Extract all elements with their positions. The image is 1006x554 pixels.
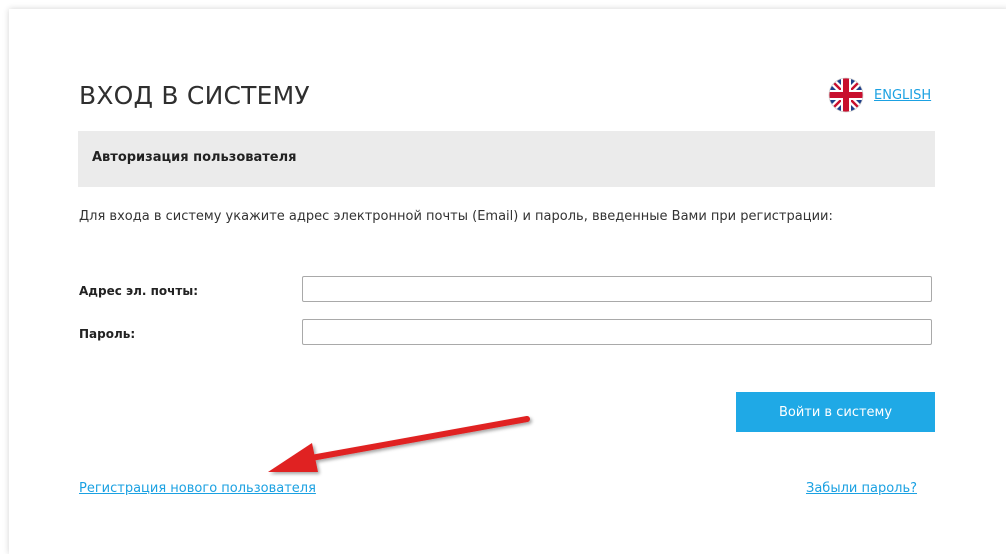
- email-label: Адрес эл. почты:: [79, 284, 199, 298]
- section-title: Авторизация пользователя: [92, 150, 297, 165]
- instructions-text: Для входа в систему укажите адрес электр…: [79, 209, 833, 224]
- forgot-password-link[interactable]: Забыли пароль?: [806, 481, 917, 496]
- password-label: Пароль:: [79, 327, 136, 341]
- login-button[interactable]: Войти в систему: [736, 392, 935, 432]
- page-title: ВХОД В СИСТЕМУ: [79, 81, 310, 110]
- language-switch[interactable]: ENGLISH: [828, 77, 931, 113]
- email-field[interactable]: [302, 276, 932, 302]
- english-link[interactable]: ENGLISH: [874, 88, 931, 103]
- password-field[interactable]: [302, 319, 932, 345]
- section-header: Авторизация пользователя: [78, 131, 935, 187]
- uk-flag-icon: [828, 77, 864, 113]
- register-link[interactable]: Регистрация нового пользователя: [79, 481, 316, 496]
